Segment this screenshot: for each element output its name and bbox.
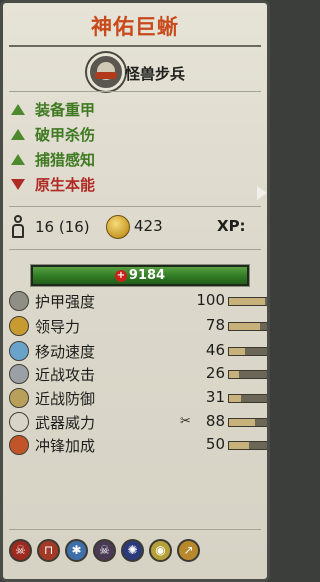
stat-weapon-strength[interactable]: 武器威力 ✂ 88 xyxy=(7,411,267,434)
spear-icon[interactable]: ↗ xyxy=(177,539,200,562)
stat-bar xyxy=(228,441,267,450)
stat-label: 移动速度 xyxy=(35,343,96,361)
stat-melee-attack[interactable]: 近战攻击 26 xyxy=(7,363,267,386)
stat-bar xyxy=(228,418,267,427)
stat-bar xyxy=(228,297,267,306)
stat-bar xyxy=(228,394,267,403)
upkeep-value: 423 xyxy=(134,217,163,235)
attribute-label: 原生本能 xyxy=(35,176,96,194)
stat-value: 50 xyxy=(205,435,225,453)
weapon-strength-icon xyxy=(9,412,29,432)
positive-arrow-icon xyxy=(11,154,25,165)
gate-icon[interactable]: ⊓ xyxy=(37,539,60,562)
stat-value: 31 xyxy=(205,388,225,406)
unit-card: 神佑巨蜥 怪兽步兵 装备重甲 破甲杀伤 捕猎感知 原生本能 16 (16) 42… xyxy=(0,0,270,582)
vortex-icon[interactable]: ✺ xyxy=(121,539,144,562)
horn-icon xyxy=(9,316,29,336)
stat-value: 88 xyxy=(205,412,225,430)
charge-icon xyxy=(9,435,29,455)
stat-armour[interactable]: 护甲强度 100 xyxy=(7,290,267,313)
upkeep-coin-icon xyxy=(106,215,130,239)
divider xyxy=(9,91,261,92)
skull-icon[interactable]: ☠ xyxy=(93,539,116,562)
unit-name: 神佑巨蜥 xyxy=(91,15,179,39)
attribute-armoured[interactable]: 装备重甲 xyxy=(11,99,95,120)
stat-value: 46 xyxy=(205,341,225,359)
stat-bar xyxy=(228,347,267,356)
fear-icon[interactable]: ☠ xyxy=(9,539,32,562)
stat-leadership[interactable]: 领导力 78 xyxy=(7,315,267,338)
boot-icon xyxy=(9,341,29,361)
unit-type-icon[interactable] xyxy=(87,53,125,91)
defense-shield-icon xyxy=(9,388,29,408)
stat-melee-defence[interactable]: 近战防御 31 xyxy=(7,387,267,410)
stat-value: 26 xyxy=(205,364,225,382)
attribute-hunters-senses[interactable]: 捕猎感知 xyxy=(11,149,95,170)
stat-label: 近战攻击 xyxy=(35,366,96,384)
positive-arrow-icon xyxy=(11,129,25,140)
stat-value: 78 xyxy=(205,316,225,334)
stat-bar xyxy=(228,370,267,379)
stat-label: 护甲强度 xyxy=(35,293,96,311)
unit-size-icon xyxy=(11,215,25,239)
stat-label: 武器威力 xyxy=(35,414,96,432)
unit-count-value: 16 (16) xyxy=(35,218,90,236)
stat-label: 冲锋加成 xyxy=(35,437,96,455)
shield-icon xyxy=(9,291,29,311)
health-icon: + xyxy=(114,269,127,282)
sword-icon xyxy=(9,364,29,384)
health-bar[interactable]: +9184 xyxy=(31,265,249,286)
title-divider xyxy=(9,45,261,47)
eye-icon[interactable]: ◉ xyxy=(149,539,172,562)
xp-label: XP: xyxy=(217,217,246,235)
attribute-label: 装备重甲 xyxy=(35,101,96,119)
positive-arrow-icon xyxy=(11,104,25,115)
negative-arrow-icon xyxy=(11,179,25,190)
divider xyxy=(9,249,261,250)
health-value: 9184 xyxy=(128,268,166,283)
stat-charge-bonus[interactable]: 冲锋加成 50 xyxy=(7,434,267,457)
attribute-label: 捕猎感知 xyxy=(35,151,96,169)
attribute-primal-instincts[interactable]: 原生本能 xyxy=(11,174,95,195)
frost-icon[interactable]: ✱ xyxy=(65,539,88,562)
stat-speed[interactable]: 移动速度 46 xyxy=(7,340,267,363)
unit-type-label: 怪兽步兵 xyxy=(125,65,186,83)
attribute-armour-piercing[interactable]: 破甲杀伤 xyxy=(11,124,95,145)
expand-arrow-icon[interactable] xyxy=(257,186,267,200)
unit-count[interactable]: 16 (16) xyxy=(11,215,90,239)
attribute-label: 破甲杀伤 xyxy=(35,126,96,144)
stat-label: 领导力 xyxy=(35,318,81,336)
stat-label: 近战防御 xyxy=(35,390,96,408)
divider xyxy=(9,206,261,207)
stat-bar xyxy=(228,322,267,331)
divider xyxy=(9,529,261,530)
stat-value: 100 xyxy=(196,291,225,309)
